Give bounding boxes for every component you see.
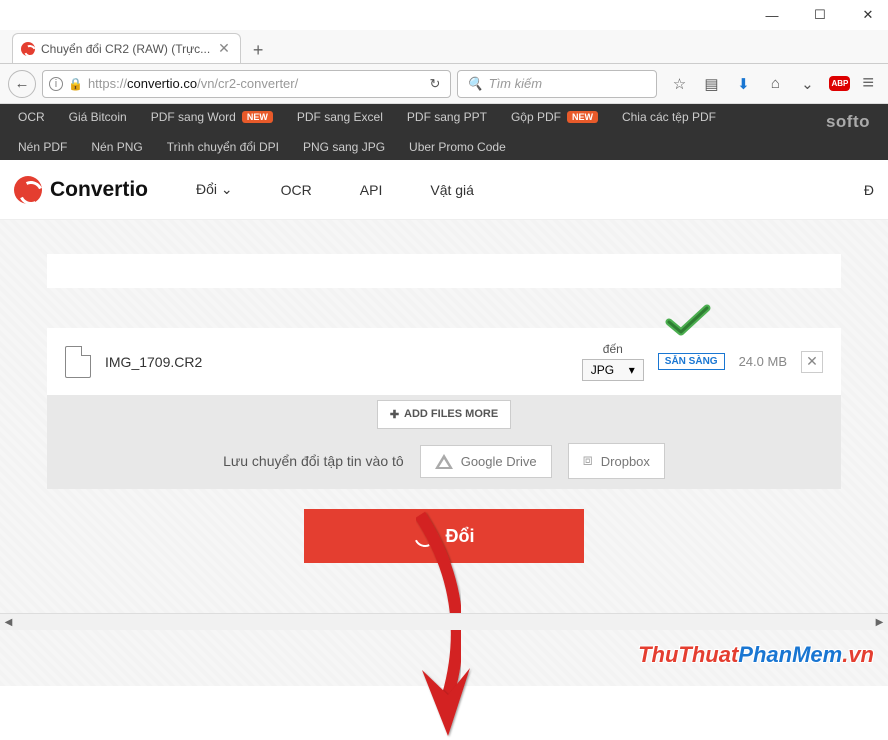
bookmark-link[interactable]: Uber Promo Code (409, 140, 506, 154)
home-icon[interactable]: ⌂ (765, 75, 785, 92)
search-box[interactable]: 🔍 Tìm kiếm (457, 70, 657, 98)
nav-api[interactable]: API (360, 182, 383, 198)
scroll-left-icon[interactable]: ◀ (0, 617, 17, 628)
scroll-right-icon[interactable]: ▶ (871, 617, 888, 628)
format-column: đến JPG▾ (582, 342, 644, 381)
bookmark-bar: OCR Giá Bitcoin PDF sang WordNEW PDF san… (0, 104, 888, 160)
save-to-label: Lưu chuyển đổi tập tin vào tô (223, 453, 404, 469)
remove-file-button[interactable]: ✕ (801, 351, 823, 373)
bookmark-link[interactable]: Trình chuyển đổi DPI (167, 140, 279, 154)
back-button[interactable]: ← (8, 70, 36, 98)
nav-pricing[interactable]: Vật giá (430, 182, 474, 198)
bookmark-star-icon[interactable]: ☆ (669, 75, 689, 93)
horizontal-scrollbar[interactable]: ◀ ▶ (0, 613, 888, 630)
to-label: đến (603, 342, 623, 356)
url-bar: ← i 🔒 https://convertio.co/vn/cr2-conver… (0, 64, 888, 104)
nav-convert[interactable]: Đổi ⌄ (196, 181, 233, 198)
pocket-icon[interactable]: ⌄ (797, 75, 817, 93)
google-drive-button[interactable]: Google Drive (420, 445, 552, 478)
logo[interactable]: Convertio (14, 176, 148, 204)
watermark: ThuThuatPhanMem.vn (638, 642, 874, 668)
save-to-row: Lưu chuyển đổi tập tin vào tô Google Dri… (47, 433, 841, 489)
blank-bar (47, 254, 841, 288)
nav-right[interactable]: Đ (864, 182, 874, 198)
bookmark-link[interactable]: Gộp PDFNEW (511, 110, 598, 124)
close-window-button[interactable]: ✕ (856, 7, 880, 23)
new-badge: NEW (242, 111, 273, 123)
file-size: 24.0 MB (739, 354, 787, 369)
bookmark-link[interactable]: PDF sang PPT (407, 110, 487, 124)
dropbox-button[interactable]: ⧈ Dropbox (568, 443, 665, 479)
bookmark-link[interactable]: Giá Bitcoin (69, 110, 127, 124)
hamburger-menu-icon[interactable]: ≡ (862, 72, 874, 95)
bookmark-link[interactable]: PDF sang WordNEW (151, 110, 273, 124)
bookmark-link[interactable]: PNG sang JPG (303, 140, 385, 154)
convert-button[interactable]: Đổi (304, 509, 584, 563)
site-header: Convertio Đổi ⌄ OCR API Vật giá Đ (0, 160, 888, 220)
lock-icon: 🔒 (68, 77, 83, 91)
browser-tab[interactable]: Chuyển đổi CR2 (RAW) (Trực... ✕ (12, 33, 241, 63)
search-icon: 🔍 (466, 76, 482, 92)
convert-row: Đổi (47, 509, 841, 563)
file-row: IMG_1709.CR2 đến JPG▾ SẴN SÀNG 24.0 MB ✕ (47, 328, 841, 395)
logo-icon (14, 176, 42, 204)
tab-close-button[interactable]: ✕ (216, 40, 232, 57)
url-text: https://convertio.co/vn/cr2-converter/ (88, 76, 421, 91)
tab-bar: Chuyển đổi CR2 (RAW) (Trực... ✕ + (0, 30, 888, 64)
bookmark-link[interactable]: PDF sang Excel (297, 110, 383, 124)
status-badge: SẴN SÀNG (658, 353, 725, 370)
new-badge: NEW (567, 111, 598, 123)
format-select[interactable]: JPG▾ (582, 359, 644, 381)
maximize-button[interactable]: ☐ (808, 7, 832, 23)
info-icon[interactable]: i (49, 77, 63, 91)
downloads-icon[interactable]: ⬇ (733, 75, 753, 93)
window-controls: — ☐ ✕ (0, 0, 888, 30)
chevron-down-icon: ▾ (629, 363, 635, 377)
refresh-button[interactable]: ↻ (426, 76, 445, 92)
google-drive-icon (435, 454, 453, 469)
tab-title: Chuyển đổi CR2 (RAW) (Trực... (41, 42, 210, 56)
logo-text: Convertio (50, 178, 148, 202)
file-name: IMG_1709.CR2 (105, 354, 568, 370)
library-icon[interactable]: ▤ (701, 75, 721, 93)
chevron-down-icon: ⌄ (221, 181, 233, 197)
bookmark-link[interactable]: Nén PDF (18, 140, 67, 154)
toolbar-icons: ☆ ▤ ⬇ ⌂ ⌄ ABP ≡ (663, 72, 880, 95)
abp-icon[interactable]: ABP (829, 76, 850, 91)
file-icon (65, 346, 91, 378)
plus-icon: ✚ (390, 408, 399, 421)
bookmark-link[interactable]: OCR (18, 110, 45, 124)
new-tab-button[interactable]: + (241, 38, 276, 63)
minimize-button[interactable]: — (760, 8, 784, 23)
bookmark-link[interactable]: Nén PNG (91, 140, 142, 154)
softo-logo: softo (826, 112, 870, 132)
bookmark-link[interactable]: Chia các tệp PDF (622, 110, 716, 124)
checkmark-icon (665, 304, 711, 338)
search-placeholder: Tìm kiếm (489, 76, 542, 91)
dropbox-icon: ⧈ (583, 452, 593, 470)
convert-icon (410, 522, 438, 550)
favicon-icon (21, 42, 35, 56)
nav-ocr[interactable]: OCR (281, 182, 312, 198)
add-files-button[interactable]: ✚ ADD FILES MORE (377, 400, 511, 429)
address-box[interactable]: i 🔒 https://convertio.co/vn/cr2-converte… (42, 70, 451, 98)
add-files-row: ✚ ADD FILES MORE (47, 395, 841, 433)
